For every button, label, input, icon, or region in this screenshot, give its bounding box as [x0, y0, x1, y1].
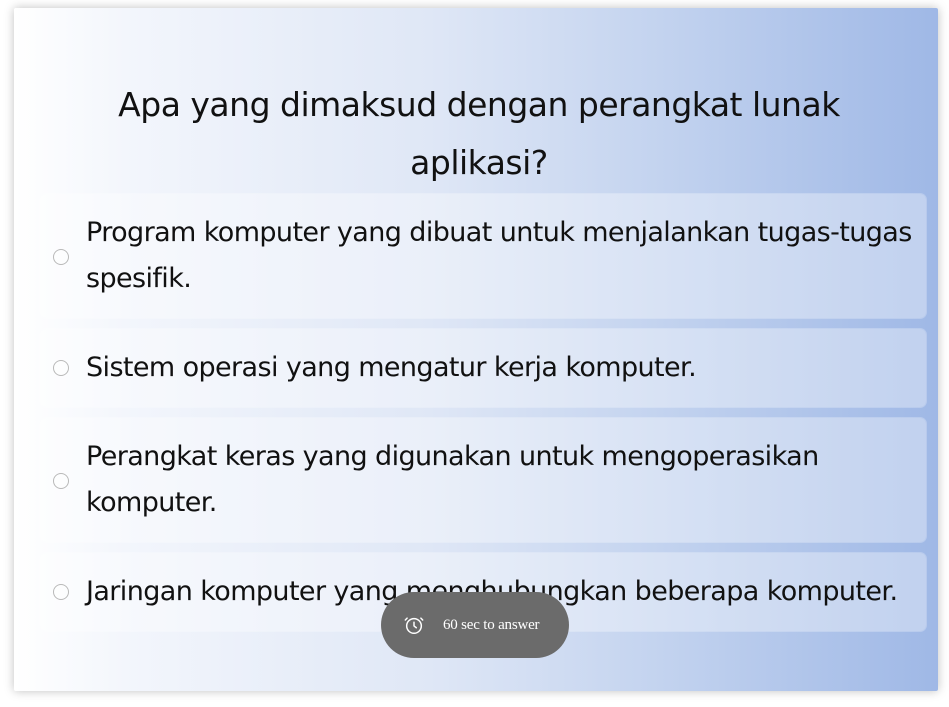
radio-button[interactable] [53, 473, 69, 489]
timer-label: 60 sec to answer [443, 616, 540, 633]
option-label: Program komputer yang dibuat untuk menja… [86, 217, 912, 294]
radio-button[interactable] [53, 249, 69, 265]
radio-button[interactable] [53, 584, 69, 600]
option-label: Perangkat keras yang digunakan untuk men… [86, 441, 819, 518]
timer-badge: 60 sec to answer [381, 592, 569, 658]
answer-option-1[interactable]: Program komputer yang dibuat untuk menja… [40, 194, 926, 318]
answer-option-2[interactable]: Sistem operasi yang mengatur kerja kompu… [40, 329, 926, 407]
quiz-card: Apa yang dimaksud dengan perangkat lunak… [14, 8, 938, 691]
option-label: Sistem operasi yang mengatur kerja kompu… [86, 352, 697, 383]
question-text: Apa yang dimaksud dengan perangkat lunak… [118, 85, 840, 182]
radio-button[interactable] [53, 360, 69, 376]
answer-option-3[interactable]: Perangkat keras yang digunakan untuk men… [40, 418, 926, 542]
alarm-clock-icon [404, 617, 424, 634]
